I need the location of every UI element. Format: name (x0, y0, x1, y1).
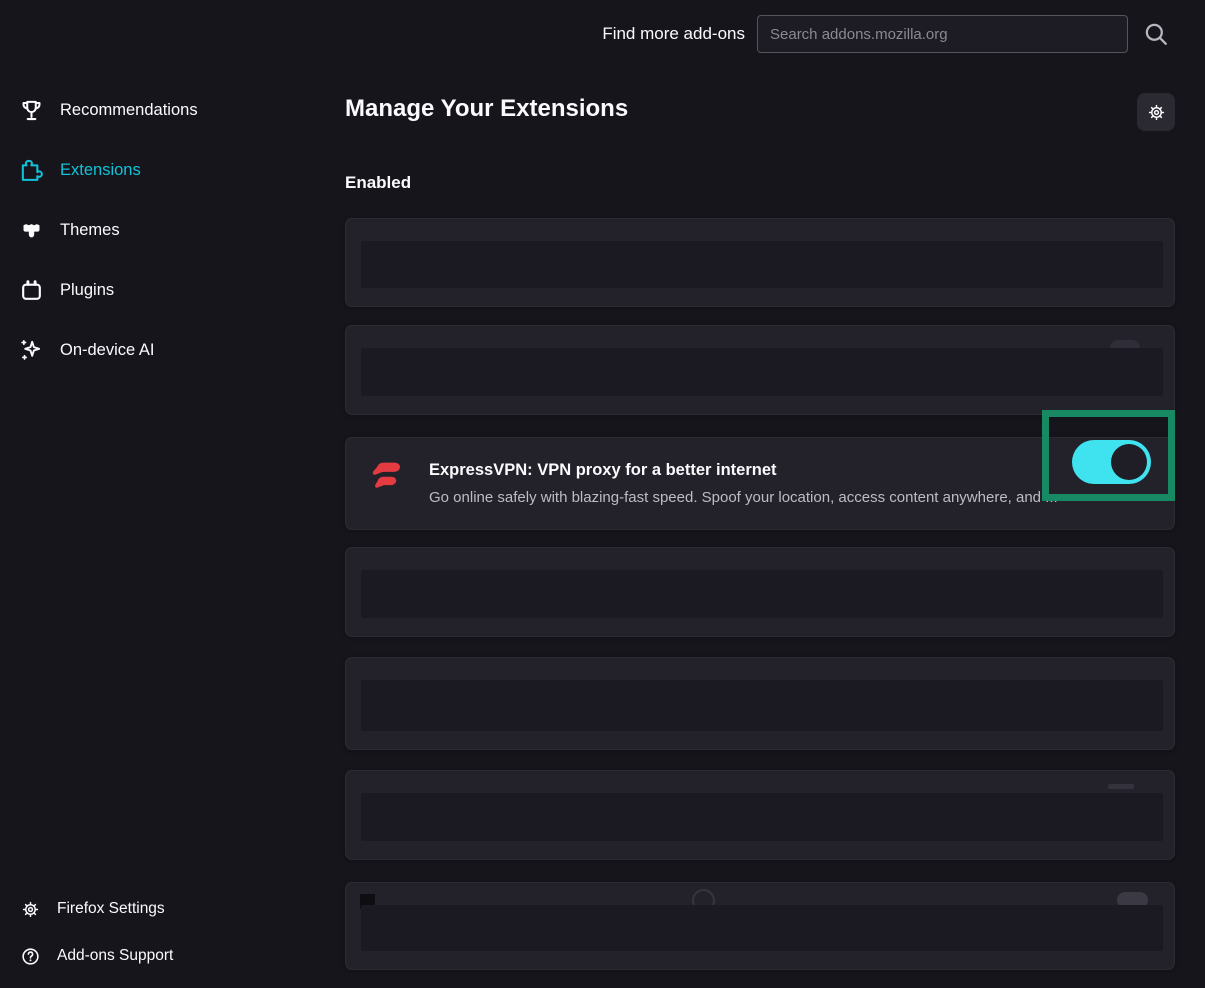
sidebar-item-extensions[interactable]: Extensions (18, 148, 323, 192)
gear-icon (1146, 102, 1167, 123)
sidebar-item-recommendations[interactable]: Recommendations (18, 88, 323, 132)
help-circle-icon (20, 946, 41, 967)
expressvpn-logo-icon (366, 453, 408, 500)
sidebar-item-label: Add-ons Support (57, 947, 173, 965)
section-heading-enabled: Enabled (345, 173, 411, 193)
sidebar-item-label: Recommendations (60, 101, 198, 120)
addons-search-input[interactable] (757, 15, 1128, 53)
extension-card-redacted[interactable] (345, 770, 1175, 860)
extension-name-link[interactable]: ExpressVPN: VPN proxy for a better inter… (429, 461, 777, 480)
sidebar-item-on-device-ai[interactable]: On-device AI (18, 328, 323, 372)
search-submit-button[interactable] (1141, 19, 1173, 51)
page-options-button[interactable] (1137, 93, 1175, 131)
extension-card-list: ExpressVPN: VPN proxy for a better inter… (345, 218, 1175, 970)
sidebar-item-themes[interactable]: Themes (18, 208, 323, 252)
toggle-remnant (1108, 784, 1134, 789)
plug-icon (18, 277, 45, 304)
redacted-content-overlay (361, 241, 1163, 288)
extension-card-redacted[interactable] (345, 218, 1175, 307)
sidebar-item-label: Firefox Settings (57, 900, 165, 918)
redacted-content-overlay (361, 793, 1163, 841)
puzzle-piece-icon (18, 157, 45, 184)
sidebar-item-plugins[interactable]: Plugins (18, 268, 323, 312)
extension-card-redacted[interactable] (345, 325, 1175, 415)
redacted-content-overlay (361, 348, 1163, 396)
trophy-icon (18, 97, 45, 124)
sidebar-item-addons-support[interactable]: Add-ons Support (20, 936, 320, 976)
search-icon (1141, 19, 1173, 51)
sidebar-item-label: Extensions (60, 161, 141, 180)
sidebar-item-label: On-device AI (60, 341, 154, 360)
extension-card-redacted[interactable] (345, 882, 1175, 970)
addons-manager-page: Find more add-ons Recommendations (0, 0, 1205, 988)
sidebar-item-label: Plugins (60, 281, 114, 300)
extension-description: Go online safely with blazing-fast speed… (429, 489, 1149, 506)
extension-card-redacted[interactable] (345, 547, 1175, 637)
extension-card-expressvpn[interactable]: ExpressVPN: VPN proxy for a better inter… (345, 437, 1175, 530)
extension-enable-toggle[interactable] (1072, 440, 1151, 484)
page-title: Manage Your Extensions (345, 95, 628, 123)
redacted-content-overlay (361, 680, 1163, 731)
toggle-knob (1111, 444, 1147, 480)
find-more-addons-label: Find more add-ons (602, 24, 745, 44)
redacted-content-overlay (361, 905, 1163, 951)
sidebar-item-firefox-settings[interactable]: Firefox Settings (20, 889, 320, 929)
redacted-content-overlay (361, 570, 1163, 618)
paintbrush-icon (18, 217, 45, 244)
gear-icon (20, 899, 41, 920)
sidebar-item-label: Themes (60, 221, 120, 240)
extension-card-redacted[interactable] (345, 657, 1175, 750)
sparkles-icon (18, 337, 45, 364)
